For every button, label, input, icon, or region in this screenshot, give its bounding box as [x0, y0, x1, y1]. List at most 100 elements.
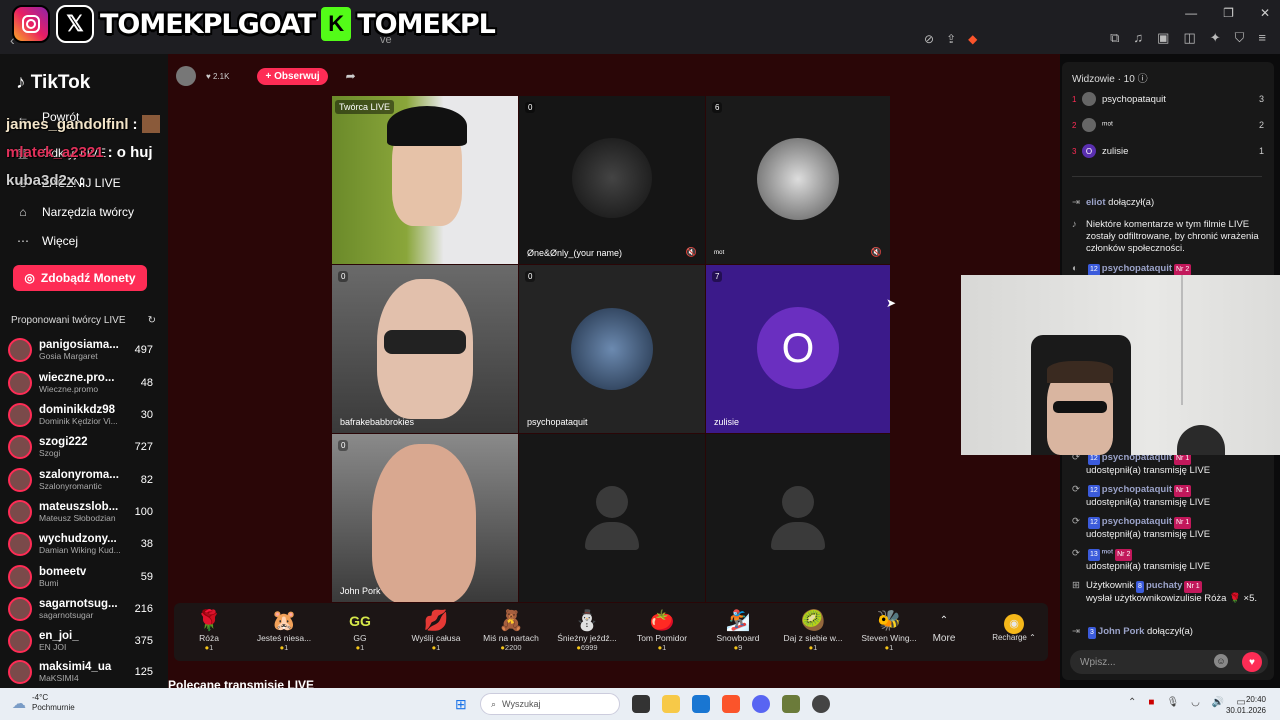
gift-item[interactable]: 🏂 Snowboard ●9: [703, 609, 773, 652]
instagram-icon: [12, 5, 50, 43]
guest-tile[interactable]: 0 Øne&Ønly_(your name) 🔇: [519, 96, 705, 264]
share-icon: ⟳: [1072, 452, 1080, 463]
overlay-handle-2: TOMEKPL: [357, 8, 496, 40]
windows-taskbar: ☁ -4°C Pochmurnie ⊞ ⌕ Wyszukaj ⌃ ■ 🎙 ◡ 🔊 ▭ 20:40…: [0, 688, 1280, 720]
weather-widget[interactable]: ☁ -4°C Pochmurnie: [12, 693, 75, 713]
nav-more[interactable]: ⋯ Więcej: [16, 234, 78, 248]
taskbar-search[interactable]: ⌕ Wyszukaj: [480, 693, 620, 715]
discord-icon[interactable]: [752, 695, 770, 713]
share-icon[interactable]: ➦: [346, 69, 356, 83]
live-main: ♥ 2.1K + Obserwuj ➦ Twórca LIVE 0 Øne&Øn…: [168, 54, 1060, 692]
chevron-up-icon: ⌃: [939, 615, 949, 626]
guest-tile[interactable]: 0 psychopataquit: [519, 265, 705, 433]
avatar: [8, 371, 32, 395]
get-coins-button[interactable]: ◎ Zdobądź Monety: [13, 265, 147, 291]
search-icon: ⌕: [491, 698, 497, 709]
suggested-item[interactable]: panigosiama... Gosia Margaret 497: [8, 335, 153, 365]
guest-tile[interactable]: Twórca LIVE: [332, 96, 518, 264]
gift-item[interactable]: 💋 Wyślij całusa ●1: [401, 609, 471, 652]
share-icon: ⟳: [1072, 516, 1080, 527]
suggested-item[interactable]: sagarnotsug... sagarnotsugar 216: [8, 594, 153, 624]
file-explorer-icon[interactable]: [662, 695, 680, 713]
guest-tile[interactable]: 0 John Pork: [332, 434, 518, 602]
like-button[interactable]: ♥: [1242, 652, 1262, 672]
follow-button[interactable]: + Obserwuj: [257, 67, 328, 85]
chat-message: ⇥ eliot dołączył(a): [1072, 197, 1155, 208]
gift-item[interactable]: 🌹 Róża ●1: [174, 609, 244, 652]
join-icon: ⇥: [1072, 197, 1080, 208]
brave-shield-icon[interactable]: ◆: [968, 32, 977, 46]
suggested-item[interactable]: mateuszslob... Mateusz Słobodzian 100: [8, 497, 153, 527]
overlay-chat-line: kuba3d2x:: [6, 171, 85, 189]
maximize-icon[interactable]: ❐: [1223, 6, 1234, 20]
gift-item[interactable]: GG GG ●1: [325, 609, 395, 652]
guest-name: ᵐᵒᵗ: [714, 248, 725, 258]
guest-tile[interactable]: 0 bafrakebabbrokies: [332, 265, 518, 433]
suggested-item[interactable]: szalonyroma... Szalonyromantic 82: [8, 465, 153, 495]
guest-tile[interactable]: 6 ᵐᵒᵗ 🔇: [706, 96, 890, 264]
minimize-icon[interactable]: —: [1185, 6, 1197, 20]
streamer-webcam: [961, 275, 1280, 455]
nav-creator-tools[interactable]: ⌂ Narzędzia twórcy: [16, 205, 134, 219]
avatar[interactable]: [176, 66, 196, 86]
close-icon[interactable]: ✕: [1260, 6, 1270, 20]
viewer-row[interactable]: 3 Ozulisie 1: [1072, 144, 1264, 158]
more-gifts-button[interactable]: ⌃ More: [919, 609, 969, 644]
avatar: [8, 403, 32, 427]
gift-item[interactable]: 🧸 Miś na nartach ●2200: [476, 609, 546, 652]
overlay-chat-line: mlatek_a2321: o huj: [6, 143, 153, 161]
avatar: [1082, 92, 1096, 106]
store-icon[interactable]: [692, 695, 710, 713]
task-view-icon[interactable]: [632, 695, 650, 713]
suggested-item[interactable]: wychudzony... Damian Wiking Kud... 38: [8, 529, 153, 559]
chat-message: ⟳ 13 ᵐᵒᵗ Nr 2 udostępnił(a) transmisję LIVE: [1072, 548, 1211, 572]
extensions-icon[interactable]: ⧉: [1110, 30, 1119, 46]
viewer-count: 0: [525, 102, 536, 113]
brave-icon[interactable]: [722, 695, 740, 713]
obs-icon[interactable]: [812, 695, 830, 713]
taskbar-clock[interactable]: 20:40 30.01.2026: [1226, 694, 1266, 716]
suggested-item[interactable]: dominikkdz98 Dominik Kędzior Vi... 30: [8, 400, 153, 430]
tiktok-logo[interactable]: ♪ TikTok: [16, 72, 90, 94]
sidebar-toggle-icon[interactable]: ▣: [1157, 30, 1169, 46]
x-icon: 𝕏: [56, 5, 94, 43]
empty-seat[interactable]: [519, 434, 705, 602]
wallet-icon[interactable]: ◫: [1183, 30, 1195, 46]
avatar: [8, 565, 32, 589]
leo-icon[interactable]: ✦: [1210, 30, 1221, 46]
gift-item[interactable]: 🐹 Jesteś niesa... ●1: [249, 609, 319, 652]
avatar: O: [1082, 144, 1096, 158]
mic-icon: 🎙: [1166, 697, 1180, 708]
chat-input[interactable]: Wpisz...: [1070, 650, 1268, 674]
vpn-icon[interactable]: ⛉: [1235, 30, 1245, 46]
menu-icon[interactable]: ≡: [1258, 30, 1266, 46]
avatar: ◐: [1072, 263, 1078, 274]
overlay-handle-1: TOMEKPLGOAT: [100, 8, 316, 40]
viewer-count: 7: [712, 271, 723, 282]
suggested-item[interactable]: wieczne.pro... Wieczne.promo 48: [8, 368, 153, 398]
media-icon[interactable]: ♫: [1133, 30, 1143, 46]
share-page-icon[interactable]: ⇪: [946, 32, 956, 46]
emoji-icon[interactable]: ☺: [1214, 654, 1228, 668]
refresh-icon[interactable]: ↻: [148, 315, 156, 326]
start-icon[interactable]: ⊞: [455, 696, 467, 713]
gift-item[interactable]: 🥝 Daj z siebie w... ●1: [778, 609, 848, 652]
kick-icon: K: [321, 7, 352, 41]
recharge-button[interactable]: ◉ Recharge ⌃: [986, 609, 1042, 642]
suggested-item[interactable]: maksimi4_ua MaKSIMI4 125: [8, 657, 153, 687]
suggested-item[interactable]: szogi222 Szogi 727: [8, 432, 153, 462]
gift-item[interactable]: 🍅 Tom Pomidor ●1: [627, 609, 697, 652]
app-icon[interactable]: [782, 695, 800, 713]
coin-icon: ◎: [24, 271, 35, 285]
empty-seat[interactable]: [706, 434, 890, 602]
viewer-row[interactable]: 2 ᵐᵒᵗ 2: [1072, 118, 1264, 132]
suggested-item[interactable]: en_joi_ EN JOI 375: [8, 626, 153, 656]
gift-item[interactable]: ⛄ Śnieżny jeźdź... ●6999: [552, 609, 622, 652]
mouse-cursor: ➤: [886, 296, 897, 310]
viewer-row[interactable]: 1 psychopataquit 3: [1072, 92, 1264, 106]
gift-item[interactable]: 🐝 Steven Wing... ●1: [854, 609, 924, 652]
guest-tile[interactable]: O 7 zulisie: [706, 265, 890, 433]
suggested-item[interactable]: bomeetv Bumi 59: [8, 562, 153, 592]
host-tag: Twórca LIVE: [335, 100, 395, 114]
mute-icon[interactable]: ⊘: [924, 32, 934, 46]
